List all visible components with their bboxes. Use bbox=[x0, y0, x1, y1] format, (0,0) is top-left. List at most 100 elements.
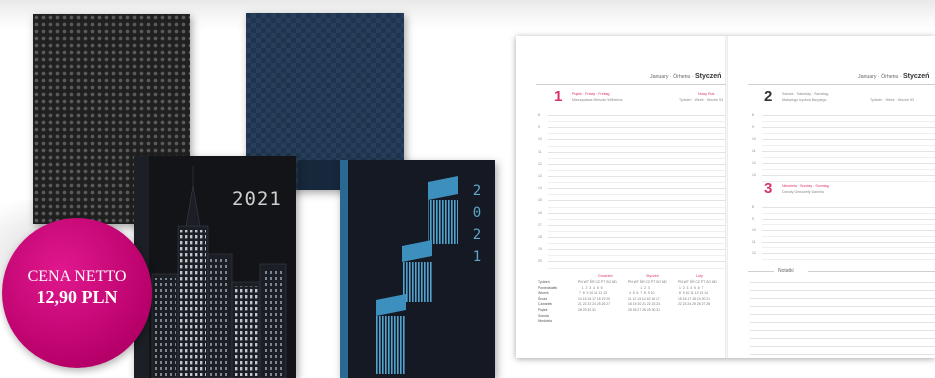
half-hour-line bbox=[548, 267, 726, 269]
hour-line bbox=[762, 207, 935, 208]
notes-line bbox=[750, 282, 935, 283]
half-hour-line bbox=[762, 258, 935, 260]
planner-left-page: January · Örhenu · Styczeń 1 Piątek · Fr… bbox=[516, 36, 726, 358]
week-day-labels: Tydzień Poniedziałek Wtorek Środa Czwart… bbox=[538, 280, 558, 324]
planner-right-page: January · Örhenu · Styczeń 2 Sobota · Sa… bbox=[728, 36, 935, 358]
half-hour-line bbox=[548, 230, 726, 232]
hour-line bbox=[548, 151, 726, 153]
notes-line bbox=[750, 330, 935, 331]
day-note: Danuty Genowefy Daniela bbox=[782, 190, 824, 194]
hour-line bbox=[762, 139, 935, 140]
planner-spread: January · Örhenu · Styczeń 1 Piątek · Fr… bbox=[516, 36, 935, 358]
notebook-year: 2021 bbox=[232, 188, 282, 210]
hour-line bbox=[548, 176, 726, 177]
hour-label: 17 bbox=[538, 222, 542, 227]
half-hour-line bbox=[548, 218, 726, 220]
day-number: 2 bbox=[764, 88, 773, 105]
day-name: Piątek · Friday · Freitag bbox=[572, 92, 610, 96]
day-number: 3 bbox=[764, 180, 773, 197]
notes-line bbox=[750, 346, 935, 347]
half-hour-line bbox=[548, 145, 726, 147]
day-note: Makarego Izydora Bazylego bbox=[782, 98, 827, 102]
half-hour-line bbox=[548, 157, 726, 159]
half-hour-line bbox=[762, 145, 935, 146]
hour-line bbox=[548, 249, 726, 251]
notebook-city: 2021 bbox=[134, 156, 296, 378]
notes-line bbox=[750, 338, 935, 339]
half-hour-line bbox=[548, 133, 726, 135]
notebook-year-vertical: 2 0 2 1 bbox=[472, 183, 482, 265]
notes-line bbox=[750, 322, 935, 323]
hour-label: 12 bbox=[538, 161, 542, 166]
hour-line bbox=[548, 224, 726, 226]
half-hour-line bbox=[548, 243, 726, 245]
hour-label: 8 bbox=[538, 113, 540, 117]
hour-line bbox=[762, 175, 935, 176]
notes-line bbox=[750, 314, 935, 315]
hour-label: 9 bbox=[752, 125, 754, 129]
hour-line bbox=[762, 241, 935, 243]
half-hour-line bbox=[548, 255, 726, 257]
hour-line bbox=[762, 163, 935, 164]
week-number: Tydzień · Week · Woche 53 bbox=[679, 98, 724, 102]
hour-label: 8 bbox=[752, 113, 754, 117]
header-rule bbox=[748, 84, 935, 85]
price-badge: CENA NETTO 12,90 PLN bbox=[2, 218, 152, 368]
mini-calendar: PN WT ŚR CZ PT SO ND 1 2 3 4 5 6 7 8 9 1… bbox=[578, 280, 617, 312]
hour-line bbox=[762, 218, 935, 220]
hour-label: 13 bbox=[538, 174, 542, 178]
notes-line bbox=[750, 290, 935, 291]
half-hour-line bbox=[762, 224, 935, 226]
day-name: Niedziela · Sunday · Sonntag bbox=[782, 184, 829, 188]
hour-label: 11 bbox=[752, 149, 756, 153]
hour-line bbox=[762, 253, 935, 254]
hour-line bbox=[548, 127, 726, 129]
page-header: January · Örhenu · Styczeń bbox=[650, 73, 722, 80]
hour-label: 10 bbox=[538, 137, 542, 142]
day-name: Sobota · Saturday · Samstag bbox=[782, 92, 829, 96]
hour-label: 9 bbox=[538, 125, 540, 130]
half-hour-line bbox=[762, 169, 935, 170]
hour-line bbox=[548, 163, 726, 165]
mini-calendar: PN WT ŚR CZ PT SO ND 1 2 3 4 5 6 7 8 9 1… bbox=[678, 280, 717, 307]
notes-rule bbox=[808, 271, 935, 272]
half-hour-line bbox=[762, 121, 935, 122]
holiday-name: Nowy Rok bbox=[698, 92, 715, 96]
hour-label: 9 bbox=[752, 216, 754, 221]
notes-line bbox=[750, 298, 935, 299]
half-hour-line bbox=[762, 247, 935, 249]
hour-line bbox=[762, 230, 935, 231]
hour-line bbox=[548, 115, 726, 116]
hour-label: 10 bbox=[752, 228, 756, 232]
header-rule bbox=[536, 84, 726, 85]
hour-label: 12 bbox=[752, 251, 756, 255]
hour-line bbox=[548, 139, 726, 141]
half-hour-line bbox=[548, 194, 726, 196]
hour-label: 12 bbox=[752, 161, 756, 165]
hour-line bbox=[762, 115, 935, 116]
notes-heading: Notatki bbox=[778, 268, 794, 274]
hour-line bbox=[548, 212, 726, 214]
half-hour-line bbox=[762, 133, 935, 134]
notes-line bbox=[750, 354, 935, 355]
notes-rule bbox=[748, 271, 774, 272]
hour-label: 19 bbox=[538, 247, 542, 252]
half-hour-line bbox=[548, 121, 726, 123]
notebook-navy-band bbox=[298, 160, 342, 190]
day-number: 1 bbox=[554, 88, 563, 105]
week-number: Tydzień · Week · Woche 53 bbox=[870, 98, 915, 102]
half-hour-line bbox=[762, 212, 935, 214]
hour-line bbox=[762, 151, 935, 152]
price-badge-label: CENA NETTO bbox=[27, 268, 127, 285]
calendar-title: Grudzień bbox=[598, 274, 613, 278]
hour-line bbox=[762, 127, 935, 128]
half-hour-line bbox=[548, 169, 726, 171]
hour-label: 20 bbox=[538, 259, 542, 264]
half-hour-line bbox=[762, 181, 935, 182]
calendar-title: Styczeń bbox=[646, 274, 659, 278]
hour-label: 16 bbox=[538, 210, 542, 215]
mini-calendar: PN WT ŚR CZ PT SO ND 1 2 3 4 5 6 7 8 9 1… bbox=[628, 280, 667, 312]
half-hour-line bbox=[762, 157, 935, 158]
half-hour-line bbox=[548, 206, 726, 208]
half-hour-line bbox=[548, 182, 726, 184]
